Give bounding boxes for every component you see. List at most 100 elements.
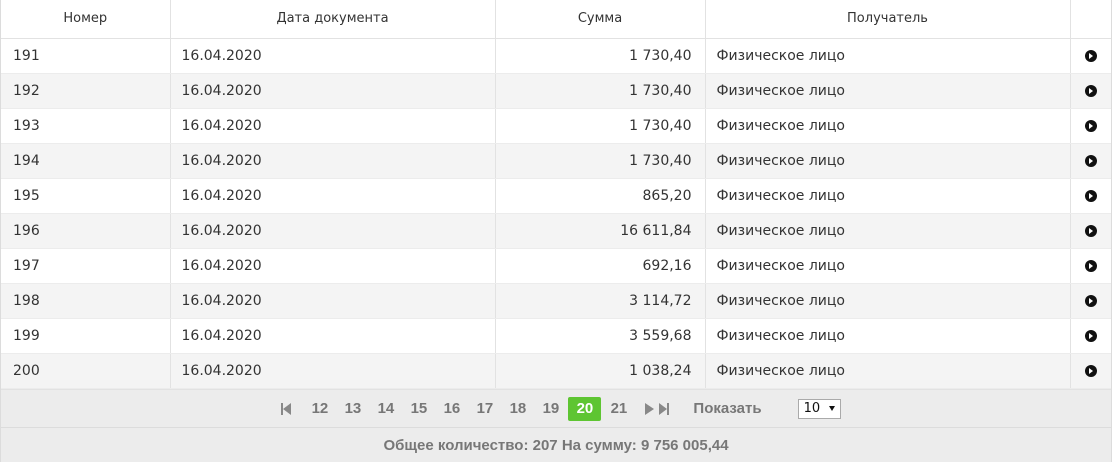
row-sum: 692,16 xyxy=(495,248,706,284)
row-date: 16.04.2020 xyxy=(170,248,496,284)
page-button[interactable]: 17 xyxy=(468,397,501,421)
row-number: 191 xyxy=(1,38,171,74)
row-date: 16.04.2020 xyxy=(170,213,496,249)
row-number: 196 xyxy=(1,213,171,249)
page-button[interactable]: 13 xyxy=(336,397,369,421)
row-action-cell xyxy=(1070,178,1111,214)
next-page-icon[interactable] xyxy=(645,402,655,415)
page-button[interactable]: 20 xyxy=(568,396,602,421)
circle-arrow-right-icon[interactable] xyxy=(1084,84,1097,97)
row-date: 16.04.2020 xyxy=(170,108,496,144)
row-date: 16.04.2020 xyxy=(170,318,496,354)
row-number: 195 xyxy=(1,178,171,214)
chevron-down-icon xyxy=(828,406,835,411)
page-button[interactable]: 12 xyxy=(303,397,336,421)
circle-arrow-right-icon[interactable] xyxy=(1084,119,1097,132)
row-recipient: Физическое лицо xyxy=(705,108,1071,144)
circle-arrow-right-icon[interactable] xyxy=(1084,259,1097,272)
column-header-recipient[interactable]: Получатель xyxy=(705,0,1071,39)
row-recipient: Физическое лицо xyxy=(705,73,1071,109)
row-recipient: Физическое лицо xyxy=(705,353,1071,389)
row-recipient: Физическое лицо xyxy=(705,318,1071,354)
row-sum: 16 611,84 xyxy=(495,213,706,249)
row-sum: 1 730,40 xyxy=(495,108,706,144)
table-row[interactable]: 192 16.04.2020 1 730,40 Физическое лицо xyxy=(1,73,1111,109)
row-number: 193 xyxy=(1,108,171,144)
totals-bar: Общее количество: 207 На сумму: 9 756 00… xyxy=(1,427,1111,462)
last-page-icon[interactable] xyxy=(659,402,670,415)
row-recipient: Физическое лицо xyxy=(705,213,1071,249)
row-number: 198 xyxy=(1,283,171,319)
table-header-row: Номер Дата документа Сумма Получатель xyxy=(1,0,1111,39)
table-row[interactable]: 199 16.04.2020 3 559,68 Физическое лицо xyxy=(1,318,1111,354)
circle-arrow-right-icon[interactable] xyxy=(1084,154,1097,167)
page-button[interactable]: 19 xyxy=(534,397,567,421)
table-row[interactable]: 194 16.04.2020 1 730,40 Физическое лицо xyxy=(1,143,1111,179)
row-action-cell xyxy=(1070,143,1111,179)
table-row[interactable]: 200 16.04.2020 1 038,24 Физическое лицо xyxy=(1,353,1111,389)
circle-arrow-right-icon[interactable] xyxy=(1084,224,1097,237)
documents-panel: Номер Дата документа Сумма Получатель 19… xyxy=(0,0,1112,462)
row-date: 16.04.2020 xyxy=(170,353,496,389)
table-row[interactable]: 195 16.04.2020 865,20 Физическое лицо xyxy=(1,178,1111,214)
row-recipient: Физическое лицо xyxy=(705,248,1071,284)
row-action-cell xyxy=(1070,73,1111,109)
row-action-cell xyxy=(1070,318,1111,354)
row-date: 16.04.2020 xyxy=(170,283,496,319)
row-sum: 1 730,40 xyxy=(495,143,706,179)
first-page-icon[interactable] xyxy=(281,402,292,415)
row-recipient: Физическое лицо xyxy=(705,283,1071,319)
pagination-bar: 12 13 14 15 16 17 18 19 20 21 Показать 10 xyxy=(1,389,1111,427)
row-sum: 3 114,72 xyxy=(495,283,706,319)
column-header-sum[interactable]: Сумма xyxy=(495,0,706,39)
row-action-cell xyxy=(1070,38,1111,74)
page-button[interactable]: 18 xyxy=(501,397,534,421)
row-sum: 1 730,40 xyxy=(495,38,706,74)
row-number: 192 xyxy=(1,73,171,109)
row-number: 194 xyxy=(1,143,171,179)
row-recipient: Физическое лицо xyxy=(705,38,1071,74)
table-row[interactable]: 193 16.04.2020 1 730,40 Физическое лицо xyxy=(1,108,1111,144)
row-sum: 1 730,40 xyxy=(495,73,706,109)
circle-arrow-right-icon[interactable] xyxy=(1084,364,1097,377)
column-header-date[interactable]: Дата документа xyxy=(170,0,496,39)
total-sum-value: 9 756 005,44 xyxy=(640,436,729,454)
row-action-cell xyxy=(1070,283,1111,319)
circle-arrow-right-icon[interactable] xyxy=(1084,49,1097,62)
column-header-number[interactable]: Номер xyxy=(1,0,171,39)
table-row[interactable]: 198 16.04.2020 3 114,72 Физическое лицо xyxy=(1,283,1111,319)
row-action-cell xyxy=(1070,248,1111,284)
row-recipient: Физическое лицо xyxy=(705,178,1071,214)
table-row[interactable]: 191 16.04.2020 1 730,40 Физическое лицо xyxy=(1,38,1111,74)
row-recipient: Физическое лицо xyxy=(705,143,1071,179)
circle-arrow-right-icon[interactable] xyxy=(1084,329,1097,342)
row-action-cell xyxy=(1070,108,1111,144)
row-number: 199 xyxy=(1,318,171,354)
table-row[interactable]: 197 16.04.2020 692,16 Физическое лицо xyxy=(1,248,1111,284)
total-count-label: Общее количество: xyxy=(383,436,529,454)
row-date: 16.04.2020 xyxy=(170,178,496,214)
table-row[interactable]: 196 16.04.2020 16 611,84 Физическое лицо xyxy=(1,213,1111,249)
page-button[interactable]: 21 xyxy=(602,397,635,421)
per-page-select[interactable]: 10 xyxy=(797,398,841,419)
row-action-cell xyxy=(1070,213,1111,249)
row-sum: 1 038,24 xyxy=(495,353,706,389)
per-page-value: 10 xyxy=(803,401,821,416)
column-header-action xyxy=(1070,0,1111,39)
page-button[interactable]: 14 xyxy=(369,397,402,421)
row-date: 16.04.2020 xyxy=(170,73,496,109)
circle-arrow-right-icon[interactable] xyxy=(1084,189,1097,202)
row-date: 16.04.2020 xyxy=(170,38,496,74)
show-per-page-label: Показать xyxy=(693,400,762,417)
row-number: 200 xyxy=(1,353,171,389)
page-button[interactable]: 16 xyxy=(435,397,468,421)
row-action-cell xyxy=(1070,353,1111,389)
row-sum: 865,20 xyxy=(495,178,706,214)
row-number: 197 xyxy=(1,248,171,284)
documents-table: Номер Дата документа Сумма Получатель 19… xyxy=(1,0,1111,389)
total-sum-label: На сумму: xyxy=(561,436,637,454)
page-button[interactable]: 15 xyxy=(402,397,435,421)
circle-arrow-right-icon[interactable] xyxy=(1084,294,1097,307)
row-sum: 3 559,68 xyxy=(495,318,706,354)
row-date: 16.04.2020 xyxy=(170,143,496,179)
